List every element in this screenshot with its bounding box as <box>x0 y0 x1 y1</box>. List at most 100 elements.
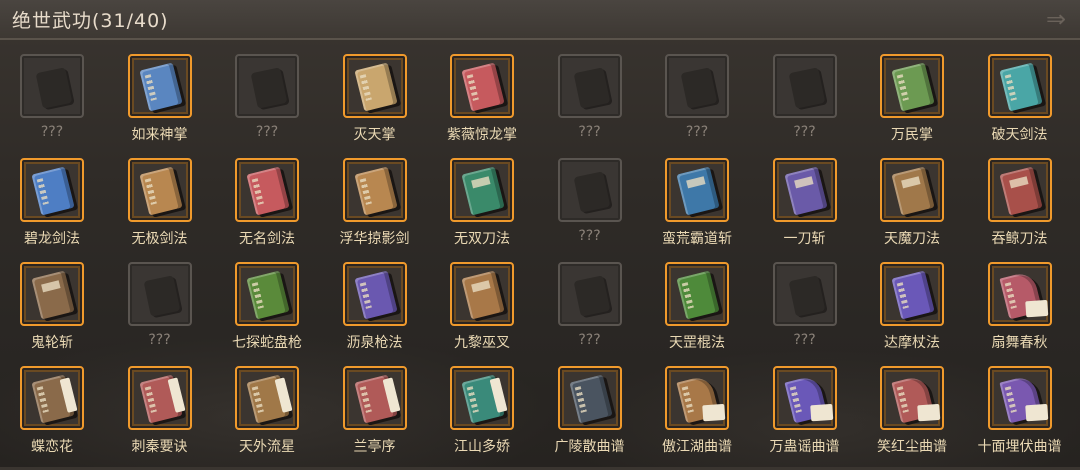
skill-book-icon <box>891 63 934 112</box>
skill-label: 吞鲸刀法 <box>966 228 1074 248</box>
skill-cell: 鬼轮斩 <box>20 262 128 366</box>
skill-book-icon <box>784 167 827 216</box>
skill-slot[interactable] <box>988 366 1052 430</box>
skill-slot[interactable] <box>235 366 299 430</box>
skill-label: 无极剑法 <box>106 228 214 248</box>
locked-book-icon <box>573 275 610 316</box>
locked-skill-slot[interactable] <box>235 54 299 118</box>
skill-book-icon <box>246 375 289 424</box>
locked-book-icon <box>143 275 180 316</box>
skill-label: 扇舞春秋 <box>966 332 1074 352</box>
skill-label: 灭天掌 <box>321 124 429 144</box>
locked-skill-slot[interactable] <box>558 54 622 118</box>
title-bar: 绝世武功(31/40) ⇒ <box>0 0 1080 40</box>
skill-slot[interactable] <box>665 158 729 222</box>
locked-book-icon <box>251 67 288 108</box>
locked-skill-slot[interactable] <box>773 262 837 326</box>
locked-skill-slot[interactable] <box>558 262 622 326</box>
skill-label: ??? <box>106 332 214 348</box>
skill-slot[interactable] <box>880 366 944 430</box>
skill-slot[interactable] <box>773 158 837 222</box>
locked-skill-slot[interactable] <box>20 54 84 118</box>
skill-slot[interactable] <box>235 262 299 326</box>
skill-book-icon <box>31 167 74 216</box>
skill-slot[interactable] <box>128 366 192 430</box>
locked-skill-slot[interactable] <box>128 262 192 326</box>
locked-book-icon <box>573 67 610 108</box>
skill-label: 笑红尘曲谱 <box>858 436 966 456</box>
skill-slot[interactable] <box>450 262 514 326</box>
skill-slot[interactable] <box>128 158 192 222</box>
skill-book-icon <box>891 375 934 424</box>
locked-skill-slot[interactable] <box>665 54 729 118</box>
skill-slot[interactable] <box>343 262 407 326</box>
skill-book-icon <box>31 271 74 320</box>
skill-book-icon <box>784 375 827 424</box>
skill-slot[interactable] <box>988 262 1052 326</box>
skill-book-icon <box>999 63 1042 112</box>
skill-slot[interactable] <box>450 54 514 118</box>
locked-skill-slot[interactable] <box>773 54 837 118</box>
skill-label: 破天剑法 <box>966 124 1074 144</box>
skill-label: ??? <box>751 332 859 348</box>
skill-book-icon <box>354 167 397 216</box>
skill-slot[interactable] <box>20 366 84 430</box>
skill-label: 兰亭序 <box>321 436 429 456</box>
skill-cell: 扇舞春秋 <box>988 262 1080 366</box>
skill-label: 紫薇惊龙掌 <box>428 124 536 144</box>
skill-label: 九黎巫叉 <box>428 332 536 352</box>
skill-book-icon <box>461 271 504 320</box>
skill-cell: 九黎巫叉 <box>450 262 558 366</box>
skill-label: 蛮荒霸道斩 <box>643 228 751 248</box>
skill-label: ??? <box>0 124 106 140</box>
skill-label: 刺秦要诀 <box>106 436 214 456</box>
skill-slot[interactable] <box>665 262 729 326</box>
skill-slot[interactable] <box>235 158 299 222</box>
skill-slot[interactable] <box>880 158 944 222</box>
locked-book-icon <box>788 67 825 108</box>
skill-book-icon <box>999 167 1042 216</box>
skill-label: 万民掌 <box>858 124 966 144</box>
skill-slot[interactable] <box>450 366 514 430</box>
skill-cell: 吞鲸刀法 <box>988 158 1080 262</box>
skill-slot[interactable] <box>773 366 837 430</box>
skill-slot[interactable] <box>343 158 407 222</box>
skill-book-icon <box>461 375 504 424</box>
skill-label: ??? <box>751 124 859 140</box>
martial-arts-grid: ???如来神掌???灭天掌紫薇惊龙掌?????????万民掌破天剑法碧龙剑法无极… <box>20 54 1080 470</box>
skill-book-icon <box>354 271 397 320</box>
skill-slot[interactable] <box>343 54 407 118</box>
skill-slot[interactable] <box>988 54 1052 118</box>
skill-label: 无名剑法 <box>213 228 321 248</box>
skill-slot[interactable] <box>450 158 514 222</box>
skill-book-icon <box>246 271 289 320</box>
skill-label: 傲江湖曲谱 <box>643 436 751 456</box>
skill-cell: ??? <box>665 54 773 158</box>
skill-label: 如来神掌 <box>106 124 214 144</box>
skill-slot[interactable] <box>880 262 944 326</box>
locked-skill-slot[interactable] <box>558 158 622 222</box>
skill-label: 江山多娇 <box>428 436 536 456</box>
skill-book-icon <box>354 375 397 424</box>
skill-slot[interactable] <box>665 366 729 430</box>
skill-slot[interactable] <box>20 158 84 222</box>
skill-slot[interactable] <box>988 158 1052 222</box>
skill-slot[interactable] <box>558 366 622 430</box>
close-arrow-icon[interactable]: ⇒ <box>1042 5 1070 33</box>
skill-label: 十面埋伏曲谱 <box>966 436 1074 456</box>
skill-label: 七探蛇盘枪 <box>213 332 321 352</box>
skill-label: 沥泉枪法 <box>321 332 429 352</box>
skill-label: 达摩杖法 <box>858 332 966 352</box>
skill-label: 碧龙剑法 <box>0 228 106 248</box>
skill-slot[interactable] <box>128 54 192 118</box>
skill-slot[interactable] <box>343 366 407 430</box>
skill-label: 万蛊谣曲谱 <box>751 436 859 456</box>
page-title: 绝世武功(31/40) <box>12 6 169 33</box>
skill-label: 浮华掠影剑 <box>321 228 429 248</box>
skill-slot[interactable] <box>20 262 84 326</box>
skill-book-icon <box>246 167 289 216</box>
skill-label: ??? <box>536 124 644 140</box>
skill-slot[interactable] <box>880 54 944 118</box>
skill-cell: 天罡棍法 <box>665 262 773 366</box>
skill-cell: 十面埋伏曲谱 <box>988 366 1080 470</box>
